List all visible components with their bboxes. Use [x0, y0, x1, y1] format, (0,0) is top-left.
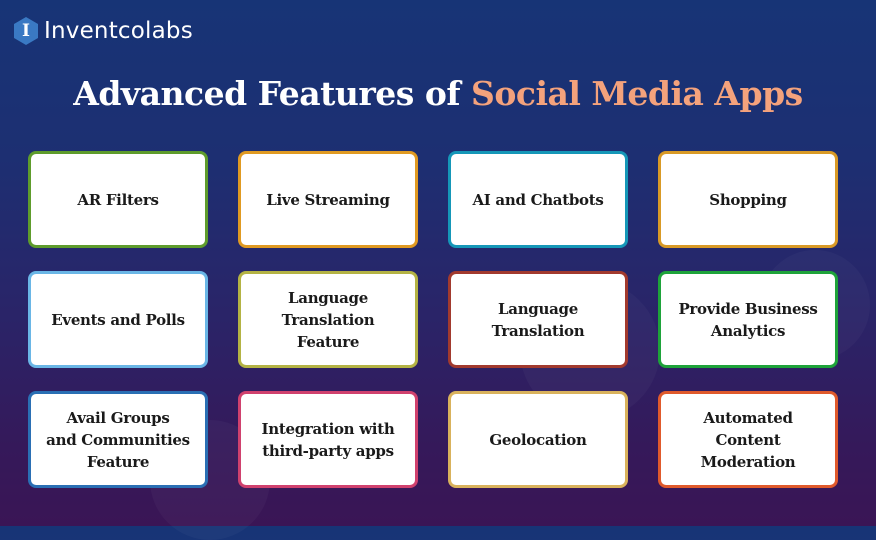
feature-label: AI and Chatbots — [472, 190, 604, 209]
feature-card-events-polls: Events and Polls — [28, 271, 208, 368]
feature-card-language-translation-feature: Language Translation Feature — [238, 271, 418, 368]
feature-card-business-analytics: Provide Business Analytics — [658, 271, 838, 368]
feature-card-live-streaming: Live Streaming — [238, 151, 418, 248]
feature-card-geolocation: Geolocation — [448, 391, 628, 488]
feature-card-third-party-integration: Integration with third-party apps — [238, 391, 418, 488]
feature-card-ai-chatbots: AI and Chatbots — [448, 151, 628, 248]
feature-card-ar-filters: AR Filters — [28, 151, 208, 248]
feature-label: Integration with third-party apps — [261, 419, 395, 460]
feature-label: Avail Groups and Communities Feature — [46, 408, 190, 471]
title-accent: Social Media Apps — [471, 74, 803, 113]
feature-label: Events and Polls — [51, 310, 185, 329]
feature-label: Shopping — [709, 190, 787, 209]
feature-label: Language Translation — [491, 299, 585, 340]
feature-label: AR Filters — [77, 190, 159, 209]
features-grid: AR Filters Live Streaming AI and Chatbot… — [28, 151, 838, 488]
brand-name: Inventcolabs — [44, 18, 193, 44]
feature-card-content-moderation: Automated Content Moderation — [658, 391, 838, 488]
feature-card-language-translation: Language Translation — [448, 271, 628, 368]
feature-label: Language Translation Feature — [281, 288, 375, 351]
logo-glyph: I — [22, 20, 30, 41]
title-main: Advanced Features of — [73, 74, 472, 113]
page-title: Advanced Features of Social Media Apps — [0, 74, 876, 113]
feature-label: Provide Business Analytics — [678, 299, 818, 340]
feature-label: Live Streaming — [266, 190, 390, 209]
brand-logo: I Inventcolabs — [14, 17, 193, 45]
feature-label: Geolocation — [489, 430, 587, 449]
feature-label: Automated Content Moderation — [700, 408, 796, 471]
feature-card-shopping: Shopping — [658, 151, 838, 248]
feature-card-groups-communities: Avail Groups and Communities Feature — [28, 391, 208, 488]
logo-hexagon-icon: I — [14, 17, 38, 45]
